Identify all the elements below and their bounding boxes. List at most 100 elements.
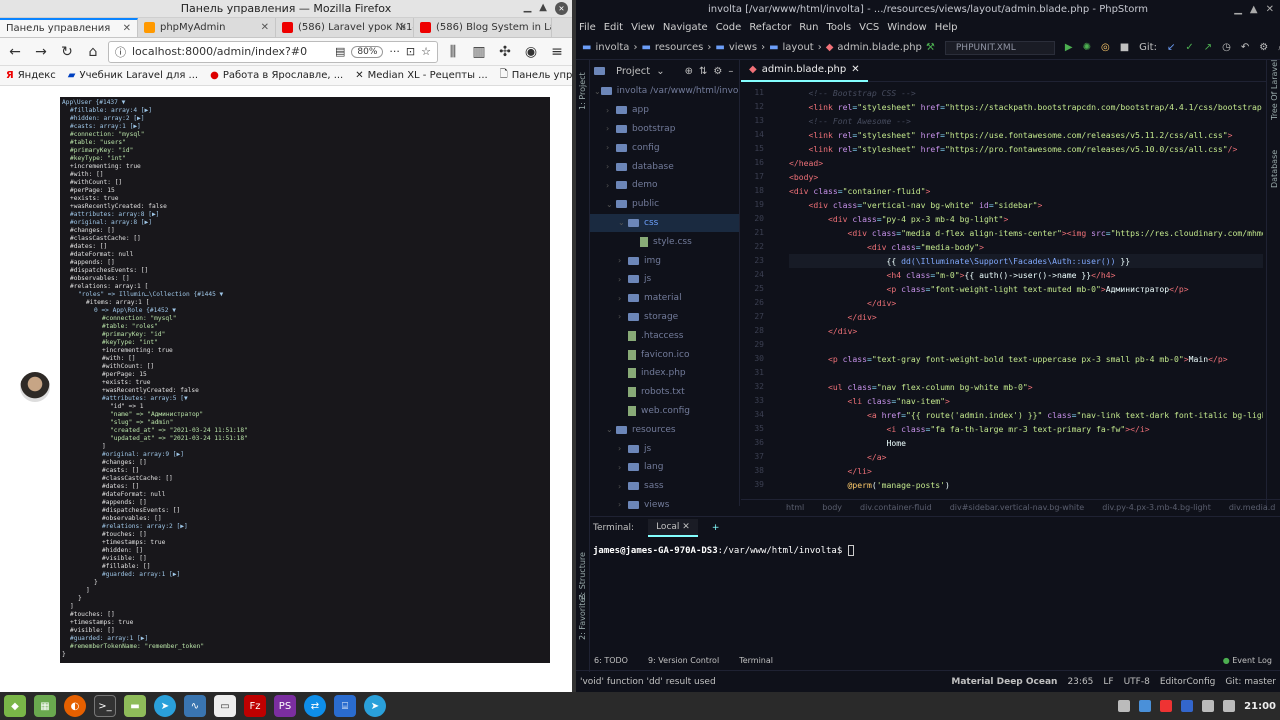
tree-item[interactable]: ⌄ resources xyxy=(590,420,739,439)
git-commit-icon[interactable]: ✓ xyxy=(1185,42,1193,53)
new-terminal-icon[interactable]: + xyxy=(712,523,720,533)
sidebar-icon[interactable]: ▥ xyxy=(468,41,490,63)
tree-item[interactable]: › storage xyxy=(590,308,739,327)
tree-item[interactable]: › img xyxy=(590,251,739,270)
chevron-right-icon[interactable]: › xyxy=(606,106,616,115)
editorconfig-indicator[interactable]: EditorConfig xyxy=(1160,677,1216,687)
chevron-right-icon[interactable]: › xyxy=(618,294,628,303)
chevron-right-icon[interactable]: › xyxy=(618,444,628,453)
tree-item[interactable]: favicon.ico xyxy=(590,345,739,364)
menu-vcs[interactable]: VCS xyxy=(859,22,879,33)
chevron-right-icon[interactable]: › xyxy=(606,124,616,133)
tree-item[interactable]: › js xyxy=(590,270,739,289)
menu-help[interactable]: Help xyxy=(935,22,958,33)
crumb-resources[interactable]: resources xyxy=(655,42,703,53)
phpstorm-icon[interactable]: PS xyxy=(274,695,296,717)
close-icon[interactable]: ✕ xyxy=(555,2,568,15)
firefox-icon[interactable]: ◐ xyxy=(64,695,86,717)
minimize-icon[interactable]: ▁ xyxy=(524,2,532,15)
tree-item[interactable]: ⌄ public xyxy=(590,195,739,214)
crumb-file[interactable]: admin.blade.php xyxy=(837,42,921,53)
python-icon[interactable]: ∿ xyxy=(184,695,206,717)
menu-file[interactable]: File xyxy=(579,22,596,33)
language-flag-icon[interactable] xyxy=(1181,700,1194,712)
crumb-views[interactable]: views xyxy=(729,42,757,53)
bluetooth-icon[interactable] xyxy=(1139,700,1152,712)
git-branch[interactable]: Git: master xyxy=(1225,677,1276,687)
close-tab-icon[interactable]: ✕ xyxy=(851,64,859,75)
revert-icon[interactable]: ↶ xyxy=(1241,42,1249,53)
reader-icon[interactable]: ▤ xyxy=(335,45,345,58)
reload-icon[interactable]: ↻ xyxy=(56,41,78,63)
tree-item[interactable]: ⌄ css xyxy=(590,213,739,233)
close-tab-icon[interactable]: ✕ xyxy=(122,23,131,34)
tree-item[interactable]: › sass xyxy=(590,477,739,496)
editor-crumb[interactable]: body xyxy=(822,503,842,512)
menu-icon[interactable]: ≡ xyxy=(546,41,568,63)
crumb-involta[interactable]: involta xyxy=(595,42,629,53)
tab-youtube-blog[interactable]: (586) Blog System in La xyxy=(414,18,552,37)
hide-panel-icon[interactable]: – xyxy=(728,66,733,77)
chevron-right-icon[interactable]: › xyxy=(618,312,628,321)
tree-item[interactable]: .htaccess xyxy=(590,326,739,345)
locate-icon[interactable]: ⊕ xyxy=(685,66,693,77)
project-view-select[interactable]: Project xyxy=(616,66,650,77)
chevron-right-icon[interactable]: › xyxy=(606,181,616,190)
close-icon[interactable]: ✕ xyxy=(1266,4,1274,15)
run-config-select[interactable]: PHPUNIT.XML xyxy=(944,40,1055,55)
filezilla-icon[interactable]: Fz xyxy=(244,695,266,717)
laravel-dump[interactable]: App\User {#1437 ▼ #fillable: array:4 [▶] #… xyxy=(60,97,550,663)
page-actions-icon[interactable]: ··· xyxy=(389,45,400,58)
tree-item[interactable]: › demo xyxy=(590,176,739,195)
version-control-tool-button[interactable]: 9: Version Control xyxy=(648,656,719,665)
tree-item[interactable]: index.php xyxy=(590,364,739,383)
debug-icon[interactable]: ✺ xyxy=(1083,42,1091,53)
network2-icon[interactable] xyxy=(1202,700,1215,712)
back-icon[interactable]: ← xyxy=(4,41,26,63)
editor-tab-admin-blade[interactable]: ◆ admin.blade.php ✕ xyxy=(741,60,868,82)
run-icon[interactable]: ▶ xyxy=(1065,42,1073,53)
tree-item[interactable]: › lang xyxy=(590,458,739,477)
update-icon[interactable] xyxy=(1160,700,1173,712)
network-icon[interactable] xyxy=(1118,700,1131,712)
chevron-right-icon[interactable]: › xyxy=(606,162,616,171)
tab-youtube-laravel[interactable]: (586) Laravel урок №14 ✕ xyxy=(276,18,414,37)
laravel-tree-label[interactable]: Tree Of Laravel xyxy=(1270,60,1279,120)
terminal-tab-local[interactable]: Local ✕ xyxy=(648,519,698,537)
menu-tools[interactable]: Tools xyxy=(826,22,851,33)
chevron-right-icon[interactable]: › xyxy=(606,143,616,152)
menu-run[interactable]: Run xyxy=(799,22,818,33)
telegram2-icon[interactable]: ➤ xyxy=(364,695,386,717)
editor-crumb[interactable]: div.py-4.px-3.mb-4.bg-light xyxy=(1102,503,1211,512)
teamviewer-icon[interactable]: ⇄ xyxy=(304,695,326,717)
home-icon[interactable]: ⌂ xyxy=(82,41,104,63)
stop-icon[interactable]: ■ xyxy=(1120,42,1129,53)
chevron-down-icon[interactable]: ⌄ xyxy=(618,218,628,227)
folder-icon[interactable]: ▬ xyxy=(124,695,146,717)
event-log-button[interactable]: ● Event Log xyxy=(1223,656,1272,665)
minimize-icon[interactable]: ▁ xyxy=(1234,4,1242,15)
pocket-icon[interactable]: ⊡ xyxy=(406,45,415,58)
database-label[interactable]: Database xyxy=(1270,150,1279,188)
editor-crumb[interactable]: html xyxy=(786,503,804,512)
bookmark-yandex[interactable]: Я Яндекс xyxy=(6,70,56,81)
menu-edit[interactable]: Edit xyxy=(604,22,623,33)
collapse-icon[interactable]: ⇅ xyxy=(699,66,707,77)
file-encoding[interactable]: UTF-8 xyxy=(1124,677,1150,687)
hammer-icon[interactable]: ⚒ xyxy=(926,42,935,53)
chevron-right-icon[interactable]: › xyxy=(618,463,628,472)
tab-phpmyadmin[interactable]: phpMyAdmin ✕ xyxy=(138,18,276,37)
tree-item[interactable]: style.css xyxy=(590,232,739,251)
bookmark-admin[interactable]: 🗋Панель управления xyxy=(500,67,572,84)
tree-item[interactable]: › js xyxy=(590,439,739,458)
forward-icon[interactable]: → xyxy=(30,41,52,63)
tree-item[interactable]: › material xyxy=(590,289,739,308)
tree-item[interactable]: web.config xyxy=(590,402,739,421)
favorites-tool-label[interactable]: 2: Favorites xyxy=(578,594,587,640)
panel-settings-icon[interactable]: ⚙ xyxy=(713,66,722,77)
zoom-level[interactable]: 80% xyxy=(351,45,384,58)
menu-window[interactable]: Window xyxy=(887,22,926,33)
code-area[interactable]: <!-- Bootstrap CSS --> <link rel="styles… xyxy=(789,86,1263,498)
close-tab-icon[interactable]: ✕ xyxy=(261,22,269,33)
editor-crumb[interactable]: div.media.d xyxy=(1229,503,1276,512)
